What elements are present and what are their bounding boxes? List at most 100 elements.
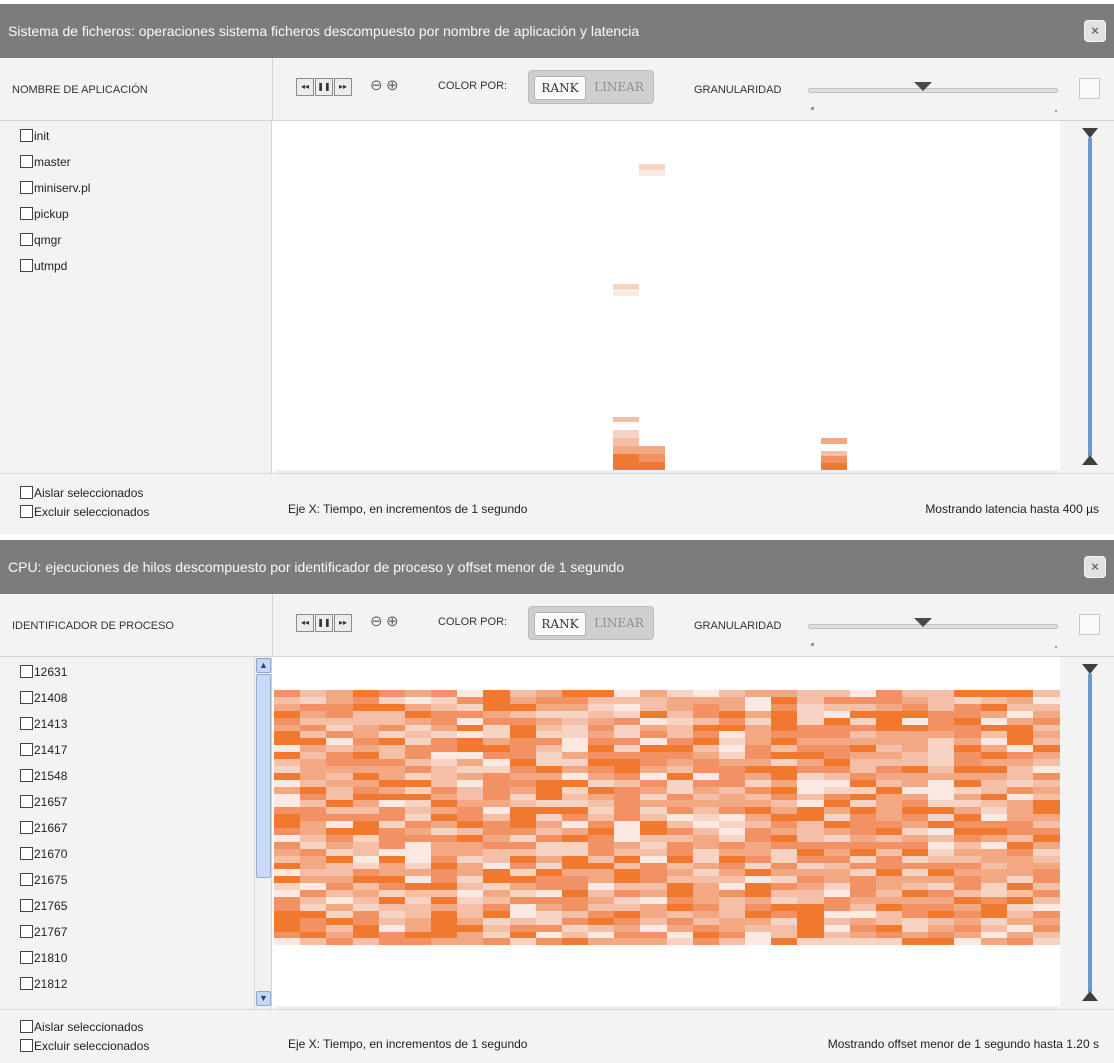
granularity-slider-thumb[interactable] bbox=[914, 82, 932, 91]
rank-mode-button[interactable]: RANK bbox=[534, 76, 586, 100]
close-icon[interactable]: × bbox=[1084, 20, 1106, 42]
close-icon[interactable]: × bbox=[1084, 556, 1106, 578]
settings-box[interactable] bbox=[1079, 78, 1100, 99]
list-item[interactable]: 21657 bbox=[0, 789, 271, 815]
checkbox[interactable] bbox=[20, 259, 33, 272]
list-item[interactable]: 21548 bbox=[0, 763, 271, 789]
list-item[interactable]: 21667 bbox=[0, 815, 271, 841]
exclude-selected-option[interactable]: Excluir seleccionados bbox=[20, 505, 149, 519]
linear-mode-button[interactable]: LINEAR bbox=[591, 76, 647, 100]
list-item[interactable]: 21417 bbox=[0, 737, 271, 763]
range-bottom-handle[interactable] bbox=[1082, 455, 1098, 465]
checkbox[interactable] bbox=[20, 665, 33, 678]
list-item[interactable]: 21765 bbox=[0, 893, 271, 919]
heatmap-cell bbox=[326, 890, 353, 897]
heatmap-cell bbox=[1007, 780, 1034, 787]
range-track[interactable] bbox=[1088, 137, 1092, 457]
linear-mode-button[interactable]: LINEAR bbox=[591, 612, 647, 636]
fast-forward-icon[interactable]: ▸▸ bbox=[334, 78, 352, 96]
range-track[interactable] bbox=[1088, 673, 1092, 993]
exclude-selected-option[interactable]: Excluir seleccionados bbox=[20, 1039, 149, 1053]
list-item[interactable]: qmgr bbox=[0, 227, 271, 253]
heatmap-cell bbox=[797, 849, 824, 856]
list-item[interactable]: 21812 bbox=[0, 971, 271, 997]
checkbox[interactable] bbox=[20, 769, 33, 782]
isolate-selected-option[interactable]: Aislar seleccionados bbox=[20, 486, 143, 500]
list-item[interactable]: 12631 bbox=[0, 659, 271, 685]
heatmap-cell bbox=[379, 897, 406, 904]
heatmap-cell bbox=[667, 773, 694, 780]
checkbox[interactable] bbox=[20, 795, 33, 808]
heatmap-cell bbox=[562, 690, 589, 697]
list-item[interactable]: 21408 bbox=[0, 685, 271, 711]
heatmap-cell bbox=[326, 711, 353, 718]
list-item[interactable]: 21670 bbox=[0, 841, 271, 867]
checkbox[interactable] bbox=[20, 873, 33, 886]
vertical-range-slider[interactable] bbox=[1060, 657, 1114, 1009]
heatmap-cell bbox=[981, 842, 1008, 849]
list-item[interactable]: 21413 bbox=[0, 711, 271, 737]
list-scrollbar[interactable]: ▲ ▼ bbox=[254, 657, 271, 1009]
latency-heatmap[interactable] bbox=[274, 121, 1059, 470]
settings-box[interactable] bbox=[1079, 614, 1100, 635]
checkbox[interactable] bbox=[20, 821, 33, 834]
heatmap-cell bbox=[431, 835, 458, 842]
list-item-label: miniserv.pl bbox=[34, 181, 91, 195]
heatmap-cell bbox=[876, 718, 903, 725]
granularity-slider-thumb[interactable] bbox=[914, 618, 932, 627]
granularity-slider[interactable] bbox=[808, 624, 1058, 629]
checkbox[interactable] bbox=[20, 717, 33, 730]
checkbox[interactable] bbox=[20, 951, 33, 964]
scroll-down-icon[interactable]: ▼ bbox=[256, 991, 271, 1006]
list-item[interactable]: 21810 bbox=[0, 945, 271, 971]
heatmap-cell bbox=[300, 704, 327, 711]
heatmap-cell bbox=[954, 718, 981, 725]
fast-forward-icon[interactable]: ▸▸ bbox=[334, 614, 352, 632]
checkbox[interactable] bbox=[20, 155, 33, 168]
list-item[interactable]: init bbox=[0, 123, 271, 149]
checkbox[interactable] bbox=[20, 691, 33, 704]
checkbox[interactable] bbox=[20, 486, 33, 499]
checkbox[interactable] bbox=[20, 977, 33, 990]
checkbox[interactable] bbox=[20, 129, 33, 142]
rewind-icon[interactable]: ◂◂ bbox=[296, 614, 314, 632]
scrollbar-thumb[interactable] bbox=[256, 674, 271, 878]
checkbox[interactable] bbox=[20, 925, 33, 938]
zoom-out-icon[interactable]: ⊖ bbox=[370, 76, 383, 94]
list-item[interactable]: utmpd bbox=[0, 253, 271, 279]
heatmap-cell bbox=[353, 731, 380, 738]
pause-icon[interactable]: ❚❚ bbox=[315, 614, 333, 632]
checkbox[interactable] bbox=[20, 207, 33, 220]
checkbox[interactable] bbox=[20, 181, 33, 194]
heatmap-cell bbox=[562, 925, 589, 932]
checkbox[interactable] bbox=[20, 743, 33, 756]
heatmap-cell bbox=[405, 925, 432, 932]
rewind-icon[interactable]: ◂◂ bbox=[296, 78, 314, 96]
isolate-selected-option[interactable]: Aislar seleccionados bbox=[20, 1020, 143, 1034]
checkbox[interactable] bbox=[20, 1039, 33, 1052]
vertical-range-slider[interactable] bbox=[1060, 121, 1114, 473]
list-item[interactable]: 21767 bbox=[0, 919, 271, 945]
cpu-offset-heatmap[interactable] bbox=[274, 657, 1060, 1006]
list-item[interactable]: pickup bbox=[0, 201, 271, 227]
scroll-up-icon[interactable]: ▲ bbox=[256, 658, 271, 673]
zoom-in-icon[interactable]: ⊕ bbox=[386, 612, 399, 630]
pause-icon[interactable]: ❚❚ bbox=[315, 78, 333, 96]
zoom-in-icon[interactable]: ⊕ bbox=[386, 76, 399, 94]
heatmap-cell bbox=[640, 759, 667, 766]
heatmap-cell bbox=[562, 731, 589, 738]
granularity-slider[interactable] bbox=[808, 88, 1058, 93]
checkbox[interactable] bbox=[20, 233, 33, 246]
list-item[interactable]: miniserv.pl bbox=[0, 175, 271, 201]
checkbox[interactable] bbox=[20, 505, 33, 518]
list-item[interactable]: master bbox=[0, 149, 271, 175]
checkbox[interactable] bbox=[20, 847, 33, 860]
checkbox[interactable] bbox=[20, 1020, 33, 1033]
zoom-out-icon[interactable]: ⊖ bbox=[370, 612, 383, 630]
rank-mode-button[interactable]: RANK bbox=[534, 612, 586, 636]
heatmap-cell bbox=[850, 759, 877, 766]
checkbox[interactable] bbox=[20, 899, 33, 912]
range-bottom-handle[interactable] bbox=[1082, 991, 1098, 1001]
list-item[interactable]: 21675 bbox=[0, 867, 271, 893]
heatmap-cell bbox=[353, 876, 380, 883]
